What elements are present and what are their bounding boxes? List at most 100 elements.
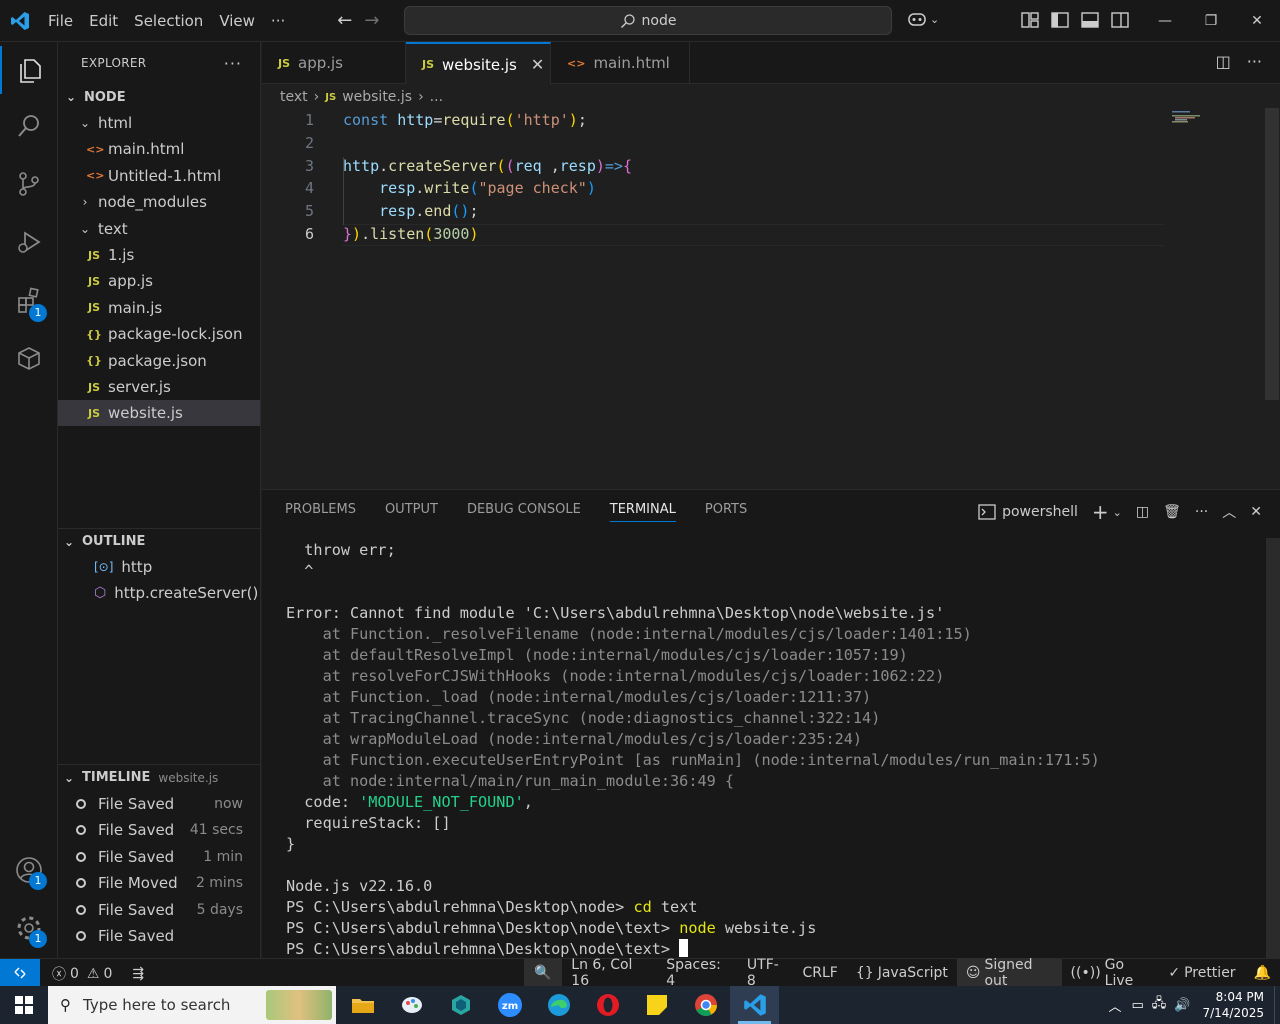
problems-indicator[interactable]: ⓧ 0 ⚠ 0 ⇶ [52, 964, 144, 984]
timeline-item[interactable]: File Saved 41 secs [58, 817, 243, 843]
terminal-shell-selector[interactable]: powershell [978, 504, 1078, 520]
panel-tab-problems[interactable]: PROBLEMS [285, 502, 356, 522]
tree-file-website-js[interactable]: JS website.js [58, 400, 260, 427]
vscode-app-icon[interactable] [730, 986, 779, 1024]
language-mode[interactable]: {} JavaScript [847, 959, 957, 987]
zoom-icon[interactable]: 🔍 [524, 959, 563, 987]
taskbar-search-box[interactable]: ⚲ Type here to search [48, 986, 336, 1024]
menu-more[interactable]: ··· [263, 0, 293, 42]
show-desktop-button[interactable] [1274, 986, 1280, 1024]
ports-forward-icon[interactable]: ⇶ [132, 966, 144, 982]
minimap[interactable] [1172, 110, 1212, 124]
tree-file-app-js[interactable]: JS app.js [58, 268, 260, 294]
code-editor[interactable]: 1 2 3 4 5 6 const http=require('http'); … [262, 108, 1280, 488]
editor-scrollbar[interactable] [1265, 108, 1279, 400]
new-terminal-plus-icon[interactable]: + [1092, 500, 1109, 524]
copilot-status[interactable]: ☺ Signed out [956, 957, 1062, 989]
paint-app-icon[interactable] [387, 986, 436, 1024]
split-editor-icon[interactable]: ◫ [1216, 52, 1231, 71]
close-tab-icon[interactable]: ✕ [531, 55, 544, 74]
tree-folder-text[interactable]: ⌄ text [58, 216, 260, 242]
outline-section-header[interactable]: ⌄ OUTLINE [58, 528, 260, 554]
trash-icon[interactable]: 🗑 [1163, 504, 1181, 520]
terminal-output[interactable]: throw err; ^ Error: Cannot find module 'C… [286, 540, 1266, 958]
tab-website-js[interactable]: JS website.js ✕ [406, 42, 551, 85]
chevron-up-icon[interactable]: ︿ [1108, 996, 1121, 1015]
run-debug-icon[interactable] [0, 218, 58, 266]
close-window-icon[interactable]: ✕ [1234, 0, 1280, 42]
tree-file-1-js[interactable]: JS 1.js [58, 242, 260, 268]
forward-arrow-icon[interactable]: → [364, 10, 379, 31]
timeline-item[interactable]: File Saved 1 min [58, 844, 243, 870]
remote-indicator-icon[interactable] [0, 959, 40, 987]
toggle-panel-icon[interactable] [1080, 10, 1100, 30]
sticky-notes-app-icon[interactable] [632, 986, 681, 1024]
customize-layout-icon[interactable] [1020, 10, 1040, 30]
search-view-icon[interactable] [0, 102, 58, 150]
panel-tab-output[interactable]: OUTPUT [385, 502, 438, 522]
cursor-position[interactable]: Ln 6, Col 16 [562, 957, 657, 989]
tree-file-main-html[interactable]: <> main.html [58, 136, 260, 162]
volume-icon[interactable]: 🔊 [1174, 998, 1190, 1013]
tab-app-js[interactable]: JS app.js [262, 42, 406, 84]
edge-app-icon[interactable] [534, 986, 583, 1024]
prettier-status[interactable]: ✓ Prettier [1159, 959, 1244, 987]
tree-folder-node-modules[interactable]: › node_modules [58, 189, 260, 215]
explorer-root-folder[interactable]: ⌄ NODE [58, 84, 260, 110]
zoom-app-icon[interactable]: zm [485, 986, 534, 1024]
chrome-app-icon[interactable] [681, 986, 730, 1024]
panel-tab-debug-console[interactable]: DEBUG CONSOLE [467, 502, 581, 522]
terminal-scrollbar[interactable] [1266, 538, 1280, 958]
clock[interactable]: 8:04 PM 7/14/2025 [1202, 989, 1264, 1021]
tree-file-server-js[interactable]: JS server.js [58, 374, 260, 400]
command-center-search[interactable]: node [404, 6, 892, 35]
outline-item-http[interactable]: [⊙] http [58, 554, 260, 580]
tree-folder-html[interactable]: ⌄ html [58, 110, 260, 136]
restore-icon[interactable]: ❐ [1188, 0, 1234, 42]
minimize-icon[interactable]: — [1142, 0, 1188, 42]
breadcrumb-folder[interactable]: text [280, 89, 308, 105]
split-terminal-icon[interactable]: ◫ [1136, 504, 1149, 520]
file-explorer-app-icon[interactable] [338, 986, 387, 1024]
panel-tab-ports[interactable]: PORTS [705, 502, 747, 522]
source-control-icon[interactable] [0, 160, 58, 208]
tree-file-package-json[interactable]: {} package.json [58, 348, 260, 374]
close-panel-icon[interactable]: ✕ [1250, 504, 1262, 520]
breadcrumb-symbol[interactable]: ... [430, 89, 443, 105]
toggle-secondary-sidebar-icon[interactable] [1110, 10, 1130, 30]
panel-more-icon[interactable]: ··· [1195, 504, 1208, 520]
line-ending[interactable]: CRLF [794, 959, 847, 987]
toggle-primary-sidebar-icon[interactable] [1050, 10, 1070, 30]
outline-item-createserver[interactable]: ⬡ http.createServer() ... [58, 580, 260, 606]
indentation[interactable]: Spaces: 4 [657, 957, 738, 989]
notifications-bell-icon[interactable]: 🔔 [1245, 959, 1280, 987]
timeline-section-header[interactable]: ⌄ TIMELINE website.js [58, 764, 260, 790]
remote-explorer-icon[interactable] [0, 334, 58, 382]
opera-app-icon[interactable] [583, 986, 632, 1024]
accounts-icon[interactable]: 1 [0, 846, 58, 894]
tree-file-main-js[interactable]: JS main.js [58, 295, 260, 321]
panel-tab-terminal[interactable]: TERMINAL [609, 502, 676, 522]
back-arrow-icon[interactable]: ← [337, 10, 352, 31]
go-live-button[interactable]: ((•)) Go Live [1062, 957, 1160, 989]
menu-file[interactable]: File [40, 0, 81, 42]
timeline-item[interactable]: File Moved 2 mins [58, 870, 243, 896]
encoding[interactable]: UTF-8 [738, 957, 794, 989]
manage-gear-icon[interactable]: 1 [0, 904, 58, 952]
timeline-item[interactable]: File Saved now [58, 791, 243, 817]
explorer-icon[interactable] [0, 46, 58, 94]
timeline-item[interactable]: File Saved [58, 923, 243, 949]
menu-selection[interactable]: Selection [126, 0, 211, 42]
extensions-icon[interactable]: 1 [0, 276, 58, 324]
timeline-item[interactable]: File Saved 5 days [58, 897, 243, 923]
explorer-more-icon[interactable]: ··· [224, 54, 242, 73]
maximize-panel-icon[interactable]: ︿ [1222, 502, 1236, 522]
copilot-button[interactable]: ⌄ [906, 10, 939, 28]
tree-file-package-lock-json[interactable]: {} package-lock.json [58, 321, 260, 347]
editor-more-icon[interactable]: ··· [1247, 52, 1262, 71]
tab-main-html[interactable]: <> main.html [551, 42, 690, 84]
menu-view[interactable]: View [211, 0, 263, 42]
app-hexagon-icon[interactable] [436, 986, 485, 1024]
tree-file-untitled-1-html[interactable]: <> Untitled-1.html [58, 163, 260, 189]
battery-icon[interactable]: ▭ [1131, 998, 1143, 1013]
